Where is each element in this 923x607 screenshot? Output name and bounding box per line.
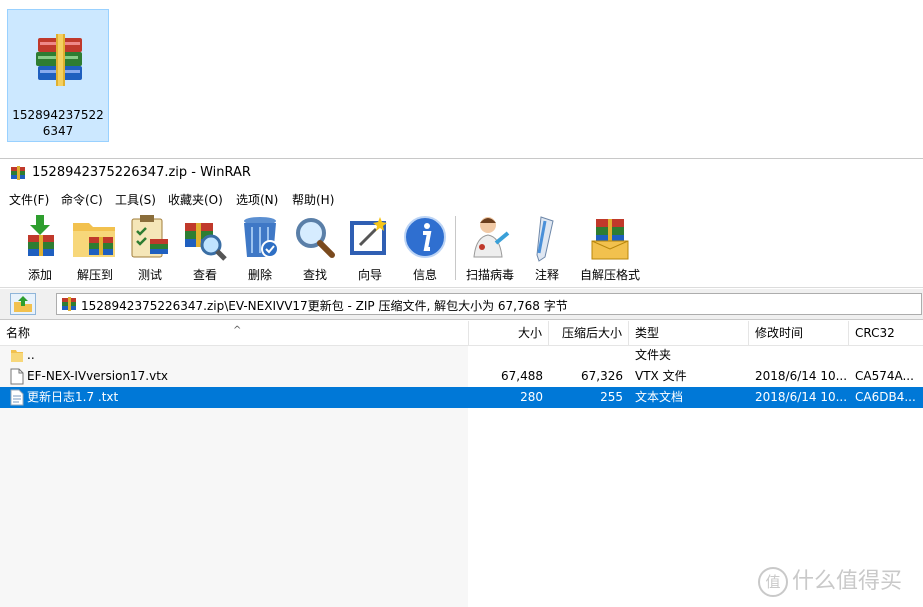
column-header-size[interactable]: 大小 — [469, 321, 549, 345]
add-button[interactable]: 添加 — [13, 213, 67, 283]
wizard-button[interactable]: 向导 — [343, 213, 397, 283]
winrar-archive-icon — [36, 34, 82, 86]
sfx-label: 自解压格式 — [579, 268, 640, 282]
file-type: 文本文档 — [635, 390, 684, 404]
column-header-crc[interactable]: CRC32 — [849, 321, 923, 345]
watermark: 值什么值得买 — [758, 563, 902, 597]
winrar-window: 1528942375226347.zip - WinRAR 文件(F) 命令(C… — [0, 158, 923, 607]
desktop-archive-icon[interactable]: 1528942375226347 — [7, 9, 109, 142]
file-list-header: 名称 ^ 大小 压缩后大小 类型 修改时间 CRC32 — [0, 321, 923, 346]
up-folder-icon — [14, 296, 32, 312]
extract-to-button[interactable]: 解压到 — [68, 213, 122, 283]
file-size: 67,488 — [501, 369, 543, 383]
menu-help[interactable]: 帮助(H) — [292, 191, 334, 208]
file-name: EF-NEX-IVversion17.vtx — [27, 369, 169, 383]
file-modified — [755, 345, 847, 366]
file-size: 280 — [520, 390, 543, 404]
sort-ascending-icon: ^ — [233, 325, 242, 336]
table-row[interactable]: .. 文件夹 — [0, 345, 923, 366]
table-row-selected[interactable]: 更新日志1.7 .txt 280 255 文本文档 2018/6/14 10..… — [0, 387, 923, 408]
file-type: 文件夹 — [635, 348, 672, 362]
desktop-icon-label: 1528942375226347 — [12, 108, 104, 138]
test-button[interactable]: 测试 — [123, 213, 177, 283]
toolbar-separator — [455, 216, 456, 280]
scan-virus-icon — [473, 217, 510, 258]
column-name-label: 名称 — [6, 326, 31, 340]
watermark-text: 什么值得买 — [792, 569, 903, 594]
column-header-packed[interactable]: 压缩后大小 — [549, 321, 629, 345]
add-icon — [28, 215, 54, 256]
folder-icon — [11, 350, 23, 362]
column-header-name[interactable]: 名称 ^ — [0, 321, 469, 345]
scan-virus-button[interactable]: 扫描病毒 — [463, 213, 517, 283]
file-packed-size: 67,326 — [581, 369, 623, 383]
file-crc: CA574A... — [855, 369, 914, 383]
file-modified: 2018/6/14 10... — [755, 369, 847, 383]
title-bar[interactable]: 1528942375226347.zip - WinRAR — [0, 159, 923, 187]
extract-to-icon — [73, 223, 115, 257]
window-title: 1528942375226347.zip - WinRAR — [32, 165, 251, 180]
menu-file[interactable]: 文件(F) — [9, 191, 49, 208]
find-button[interactable]: 查找 — [288, 213, 342, 283]
address-bar: 1528942375226347.zip\EV-NEXIVV17更新包 - ZI… — [0, 289, 923, 320]
winrar-icon — [11, 166, 25, 180]
file-packed-size: 255 — [600, 390, 623, 404]
menu-tools[interactable]: 工具(S) — [115, 191, 156, 208]
sfx-button[interactable]: 自解压格式 — [580, 213, 640, 283]
toolbar: 添加 解压到 测试 查看 删除 查找 向导 信息 扫描病毒 注释 自解压格式 — [0, 210, 923, 288]
test-icon — [131, 215, 168, 258]
info-icon — [404, 216, 446, 258]
wizard-icon — [350, 217, 387, 255]
column-crc-label: CRC32 — [855, 326, 895, 340]
address-field[interactable]: 1528942375226347.zip\EV-NEXIVV17更新包 - ZI… — [56, 293, 922, 315]
file-size — [469, 345, 543, 366]
menu-options[interactable]: 选项(N) — [236, 191, 278, 208]
up-folder-button[interactable] — [10, 293, 36, 315]
comment-icon — [536, 216, 554, 262]
column-header-type[interactable]: 类型 — [629, 321, 749, 345]
delete-icon — [244, 217, 279, 258]
text-file-icon — [10, 389, 24, 406]
file-crc: CA6DB4... — [855, 390, 916, 404]
file-name: .. — [27, 348, 35, 362]
menu-bar: 文件(F) 命令(C) 工具(S) 收藏夹(O) 选项(N) 帮助(H) — [0, 189, 923, 209]
file-name: 更新日志1.7 .txt — [27, 390, 119, 404]
file-icon — [10, 368, 24, 385]
column-modified-label: 修改时间 — [755, 326, 804, 340]
comment-label: 注释 — [534, 268, 559, 282]
column-header-modified[interactable]: 修改时间 — [749, 321, 849, 345]
address-text: 1528942375226347.zip\EV-NEXIVV17更新包 - ZI… — [81, 299, 568, 313]
zip-archive-icon — [62, 297, 76, 311]
view-button[interactable]: 查看 — [178, 213, 232, 283]
file-packed-size — [549, 345, 623, 366]
view-icon — [185, 223, 227, 261]
comment-button[interactable]: 注释 — [520, 213, 574, 283]
file-modified: 2018/6/14 10... — [755, 390, 847, 404]
column-type-label: 类型 — [635, 326, 660, 340]
column-size-label: 大小 — [517, 326, 542, 340]
column-packed-label: 压缩后大小 — [561, 326, 622, 340]
file-type: VTX 文件 — [635, 369, 687, 383]
find-icon — [296, 218, 335, 258]
file-crc — [855, 345, 921, 366]
table-row[interactable]: EF-NEX-IVversion17.vtx 67,488 67,326 VTX… — [0, 366, 923, 387]
delete-button[interactable]: 删除 — [233, 213, 287, 283]
menu-commands[interactable]: 命令(C) — [61, 191, 103, 208]
watermark-logo: 值 — [758, 567, 788, 597]
menu-favorites[interactable]: 收藏夹(O) — [168, 191, 223, 208]
info-button[interactable]: 信息 — [398, 213, 452, 283]
info-label: 信息 — [412, 268, 437, 282]
sfx-icon — [591, 219, 629, 260]
